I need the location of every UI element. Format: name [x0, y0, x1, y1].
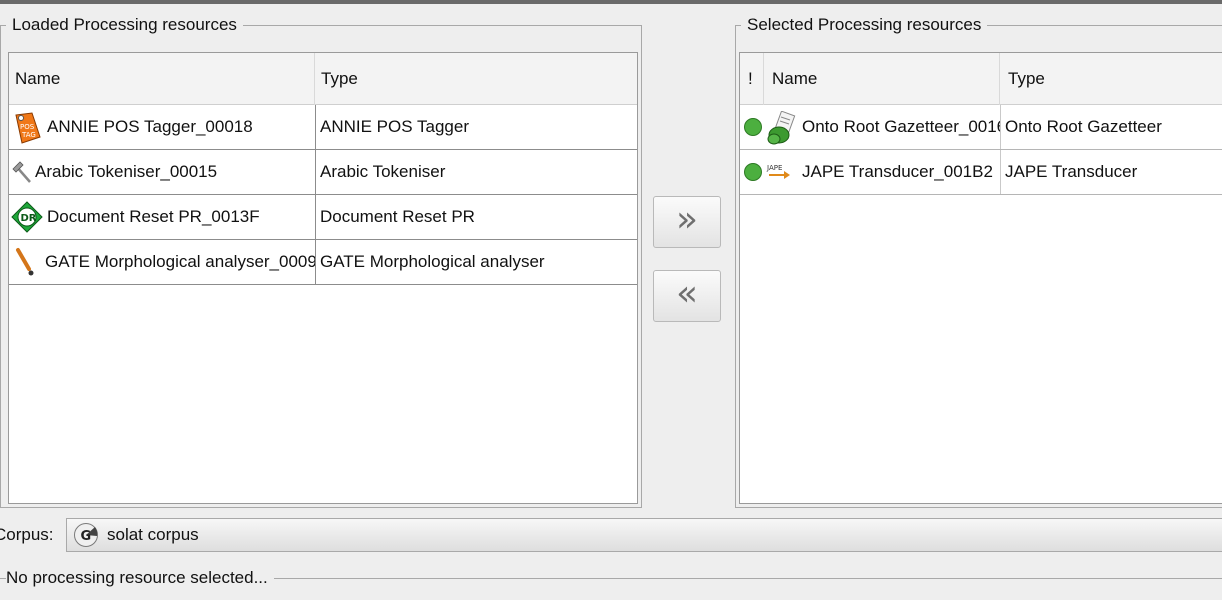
- status-dot-icon: [743, 162, 763, 187]
- loaded-resources-table[interactable]: Name Type POS TAG ANNIE POS Tagger_00018…: [8, 52, 638, 504]
- column-header-name[interactable]: Name: [764, 53, 1000, 105]
- corpus-value: solat corpus: [107, 525, 199, 544]
- row-name: JAPE Transducer_001B2: [802, 162, 993, 181]
- svg-text:G: G: [81, 529, 92, 544]
- row-name: Onto Root Gazetteer_00165: [802, 117, 1000, 136]
- top-border: [0, 0, 1222, 4]
- row-name: Arabic Tokeniser_00015: [35, 162, 218, 181]
- table-row[interactable]: GATE Morphological analyser_0009D GATE M…: [9, 240, 637, 285]
- table-row[interactable]: DR Document Reset PR_0013F Document Rese…: [9, 195, 637, 240]
- row-name: ANNIE POS Tagger_00018: [47, 117, 253, 136]
- selected-resources-group: Selected Processing resources ! Name Typ…: [735, 14, 1222, 508]
- remove-from-pipeline-button[interactable]: «: [653, 270, 721, 322]
- table-row[interactable]: JAPE JAPE Transducer_001B2 JAPE Transduc…: [740, 150, 1222, 195]
- jape-icon: JAPE: [766, 162, 794, 189]
- corpus-selector[interactable]: G solat corpus: [66, 518, 1222, 552]
- table-row[interactable]: Arabic Tokeniser_00015 Arabic Tokeniser: [9, 150, 637, 195]
- row-name: Document Reset PR_0013F: [47, 207, 260, 226]
- table-row[interactable]: POS TAG ANNIE POS Tagger_00018 ANNIE POS…: [9, 105, 637, 150]
- pos-tagger-icon: POS TAG: [12, 111, 42, 150]
- row-name: GATE Morphological analyser_0009D: [45, 252, 315, 271]
- status-dot-icon: [743, 117, 763, 142]
- table-header: ! Name Type: [740, 53, 1222, 105]
- gazetteer-icon: [766, 110, 798, 150]
- column-header-type[interactable]: Type: [1000, 53, 1222, 105]
- selected-resources-title: Selected Processing resources: [741, 14, 988, 36]
- column-header-type[interactable]: Type: [315, 53, 637, 105]
- svg-text:POS: POS: [20, 123, 35, 131]
- gate-corpus-icon: G: [73, 522, 99, 553]
- column-header-status[interactable]: !: [740, 53, 764, 105]
- document-reset-icon: DR: [11, 201, 43, 238]
- hammer-icon: [12, 160, 34, 189]
- status-message: No processing resource selected...: [6, 567, 274, 589]
- svg-text:TAG: TAG: [21, 131, 36, 139]
- row-type: ANNIE POS Tagger: [315, 105, 637, 149]
- corpus-label: Corpus:: [0, 525, 54, 544]
- row-type: GATE Morphological analyser: [315, 240, 637, 284]
- table-header: Name Type: [9, 53, 637, 105]
- corpus-bar: Corpus: G solat corpus: [0, 518, 1222, 552]
- selected-resources-table[interactable]: ! Name Type Onto Root Gazetteer_00165 On…: [739, 52, 1222, 504]
- row-type: Onto Root Gazetteer: [1000, 105, 1222, 149]
- svg-text:DR: DR: [21, 213, 37, 224]
- table-row[interactable]: Onto Root Gazetteer_00165 Onto Root Gaze…: [740, 105, 1222, 150]
- morph-analyser-icon: [14, 247, 38, 282]
- add-to-pipeline-button[interactable]: »: [653, 196, 721, 248]
- column-header-name[interactable]: Name: [9, 53, 315, 105]
- loaded-resources-group: Loaded Processing resources Name Type PO…: [0, 14, 642, 508]
- status-group: No processing resource selected...: [0, 567, 1222, 600]
- row-type: Document Reset PR: [315, 195, 637, 239]
- row-type: Arabic Tokeniser: [315, 150, 637, 194]
- svg-text:JAPE: JAPE: [766, 164, 782, 172]
- loaded-resources-title: Loaded Processing resources: [6, 14, 243, 36]
- row-type: JAPE Transducer: [1000, 150, 1222, 194]
